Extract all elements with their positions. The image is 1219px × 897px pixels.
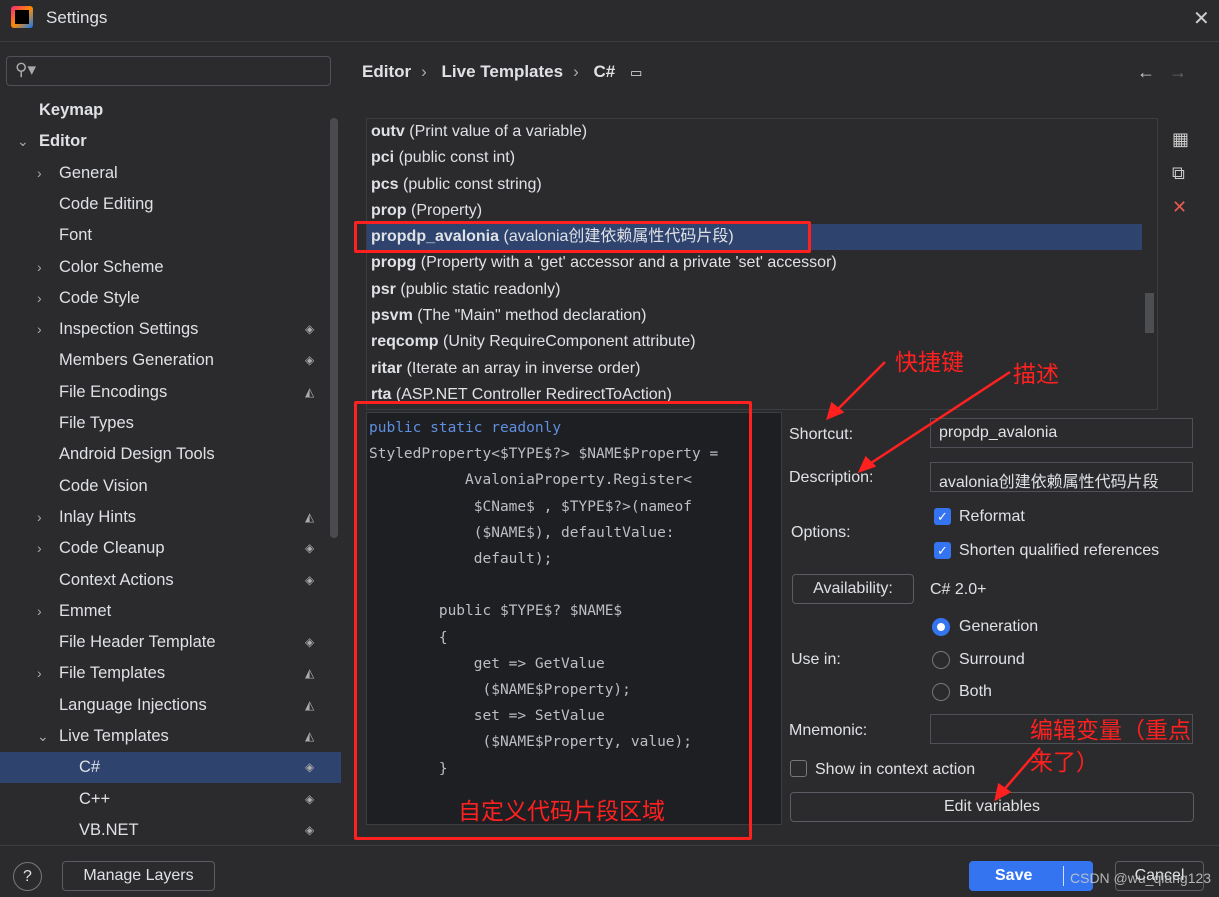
annotation-arrows [826, 361, 1041, 802]
